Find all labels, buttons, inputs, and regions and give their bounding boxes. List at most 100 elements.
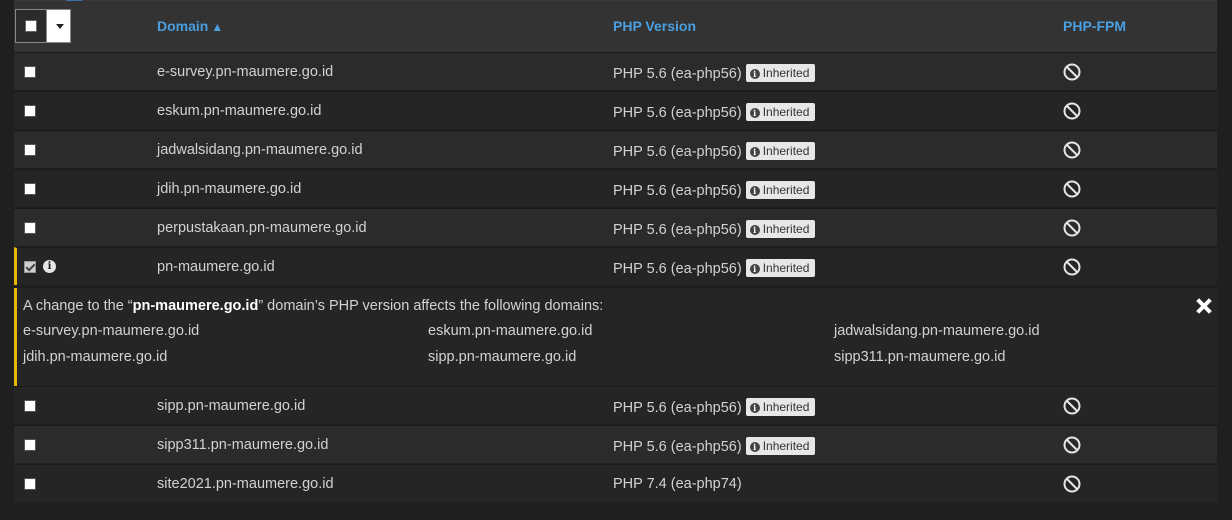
domain-name: perpustakaan.pn-maumere.go.id: [157, 220, 367, 236]
domain-name: sipp311.pn-maumere.go.id: [157, 437, 329, 453]
inherited-badge: i Inherited: [745, 103, 816, 121]
php-version-cell: PHP 5.6 (ea-php56) i Inherited: [613, 103, 816, 121]
php-version: PHP 5.6 (ea-php56): [613, 144, 742, 160]
table-row: eskum.pn-maumere.go.id PHP 5.6 (ea-php56…: [14, 91, 1217, 129]
row-checkbox[interactable]: [24, 222, 36, 234]
ban-icon: [1063, 180, 1081, 198]
php-version: PHP 5.6 (ea-php56): [613, 105, 742, 121]
domain-name: sipp.pn-maumere.go.id: [157, 398, 306, 414]
php-version: PHP 5.6 (ea-php56): [613, 66, 742, 82]
affected-domain: sipp.pn-maumere.go.id: [428, 349, 577, 365]
php-version: PHP 5.6 (ea-php56): [613, 183, 742, 199]
inherited-badge: i Inherited: [745, 220, 816, 238]
inherited-badge: i Inherited: [745, 64, 816, 82]
info-icon[interactable]: i: [43, 260, 56, 273]
row-checkbox[interactable]: [24, 144, 36, 156]
ban-icon: [1063, 475, 1081, 493]
inherited-badge: i Inherited: [745, 142, 816, 160]
select-all-dropdown[interactable]: [15, 9, 71, 43]
row-checkbox[interactable]: [24, 183, 36, 195]
badge-label: Inherited: [762, 261, 810, 275]
affected-domain: jdih.pn-maumere.go.id: [23, 349, 168, 365]
table-row: perpustakaan.pn-maumere.go.id PHP 5.6 (e…: [14, 208, 1217, 246]
table-row-selected: i pn-maumere.go.id PHP 5.6 (ea-php56) i In…: [14, 247, 1217, 285]
caret-down-icon[interactable]: [56, 24, 64, 29]
inherited-badge: i Inherited: [745, 437, 816, 455]
sort-asc-icon[interactable]: ▲: [211, 20, 223, 34]
php-version-cell: PHP 5.6 (ea-php56) i Inherited: [613, 181, 816, 199]
notice-suffix: ” domain’s PHP version affects the follo…: [258, 298, 604, 314]
domain-name: pn-maumere.go.id: [157, 259, 275, 275]
row-checkbox[interactable]: [24, 478, 36, 490]
badge-label: Inherited: [762, 400, 810, 414]
inherited-badge: i Inherited: [745, 398, 816, 416]
ban-icon: [1063, 102, 1081, 120]
php-version-cell: PHP 7.4 (ea-php74): [613, 476, 742, 492]
badge-label: Inherited: [762, 183, 810, 197]
ban-icon: [1063, 436, 1081, 454]
php-version: PHP 5.6 (ea-php56): [613, 222, 742, 238]
select-all-checkbox[interactable]: [16, 10, 47, 42]
table-row: site2021.pn-maumere.go.id PHP 7.4 (ea-ph…: [14, 464, 1217, 502]
table-header: Domain ▲ PHP Version PHP-FPM: [14, 1, 1217, 52]
php-version-cell: PHP 5.6 (ea-php56) i Inherited: [613, 64, 816, 82]
domain-name: e-survey.pn-maumere.go.id: [157, 64, 334, 80]
php-fpm-column-header[interactable]: PHP-FPM: [1063, 18, 1126, 34]
badge-label: Inherited: [762, 144, 810, 158]
php-version-column-header[interactable]: PHP Version: [613, 18, 696, 34]
notice-prefix: A change to the “: [23, 298, 133, 314]
table-row: sipp.pn-maumere.go.id PHP 5.6 (ea-php56)…: [14, 386, 1217, 424]
info-icon: i: [749, 264, 760, 274]
table-row: jadwalsidang.pn-maumere.go.id PHP 5.6 (e…: [14, 130, 1217, 168]
ban-icon: [1063, 258, 1081, 276]
domain-name: site2021.pn-maumere.go.id: [157, 476, 334, 492]
affected-domain: sipp311.pn-maumere.go.id: [834, 349, 1006, 365]
row-checkbox-checked[interactable]: [24, 261, 36, 273]
affected-domains-notice: A change to the “pn-maumere.go.id” domai…: [14, 288, 1217, 386]
badge-label: Inherited: [762, 222, 810, 236]
table-row: e-survey.pn-maumere.go.id PHP 5.6 (ea-ph…: [14, 52, 1217, 90]
notice-message: A change to the “pn-maumere.go.id” domai…: [23, 298, 603, 314]
php-version-cell: PHP 5.6 (ea-php56) i Inherited: [613, 142, 816, 160]
inherited-badge: i Inherited: [745, 181, 816, 199]
domain-name: jdih.pn-maumere.go.id: [157, 181, 302, 197]
info-icon: i: [749, 186, 760, 196]
php-version: PHP 7.4 (ea-php74): [613, 476, 742, 492]
php-version-cell: PHP 5.6 (ea-php56) i Inherited: [613, 437, 816, 455]
php-version-cell: PHP 5.6 (ea-php56) i Inherited: [613, 220, 816, 238]
table-row: jdih.pn-maumere.go.id PHP 5.6 (ea-php56)…: [14, 169, 1217, 207]
info-icon: i: [749, 442, 760, 452]
row-checkbox[interactable]: [24, 400, 36, 412]
info-icon: i: [749, 403, 760, 413]
badge-label: Inherited: [762, 66, 810, 80]
badge-label: Inherited: [762, 105, 810, 119]
affected-domain: jadwalsidang.pn-maumere.go.id: [834, 323, 1040, 339]
close-icon[interactable]: [1194, 296, 1214, 316]
table-row: sipp311.pn-maumere.go.id PHP 5.6 (ea-php…: [14, 425, 1217, 463]
ban-icon: [1063, 141, 1081, 159]
ban-icon: [1063, 219, 1081, 237]
row-checkbox[interactable]: [24, 439, 36, 451]
notice-domain: pn-maumere.go.id: [132, 298, 259, 314]
ban-icon: [1063, 63, 1081, 81]
info-icon: i: [749, 225, 760, 235]
php-version-cell: PHP 5.6 (ea-php56) i Inherited: [613, 259, 816, 277]
info-icon: i: [749, 108, 760, 118]
domain-column-header[interactable]: Domain ▲: [157, 18, 223, 34]
badge-label: Inherited: [762, 439, 810, 453]
row-checkbox[interactable]: [24, 66, 36, 78]
domain-name: jadwalsidang.pn-maumere.go.id: [157, 142, 363, 158]
info-icon: i: [749, 147, 760, 157]
inherited-badge: i Inherited: [745, 259, 816, 277]
affected-domain: eskum.pn-maumere.go.id: [428, 323, 593, 339]
row-checkbox[interactable]: [24, 105, 36, 117]
domain-header-label[interactable]: Domain: [157, 18, 208, 34]
affected-domain: e-survey.pn-maumere.go.id: [23, 323, 200, 339]
ban-icon: [1063, 397, 1081, 415]
php-version: PHP 5.6 (ea-php56): [613, 261, 742, 277]
info-icon: i: [749, 69, 760, 79]
php-version-cell: PHP 5.6 (ea-php56) i Inherited: [613, 398, 816, 416]
php-version: PHP 5.6 (ea-php56): [613, 400, 742, 416]
php-version: PHP 5.6 (ea-php56): [613, 439, 742, 455]
domain-name: eskum.pn-maumere.go.id: [157, 103, 322, 119]
